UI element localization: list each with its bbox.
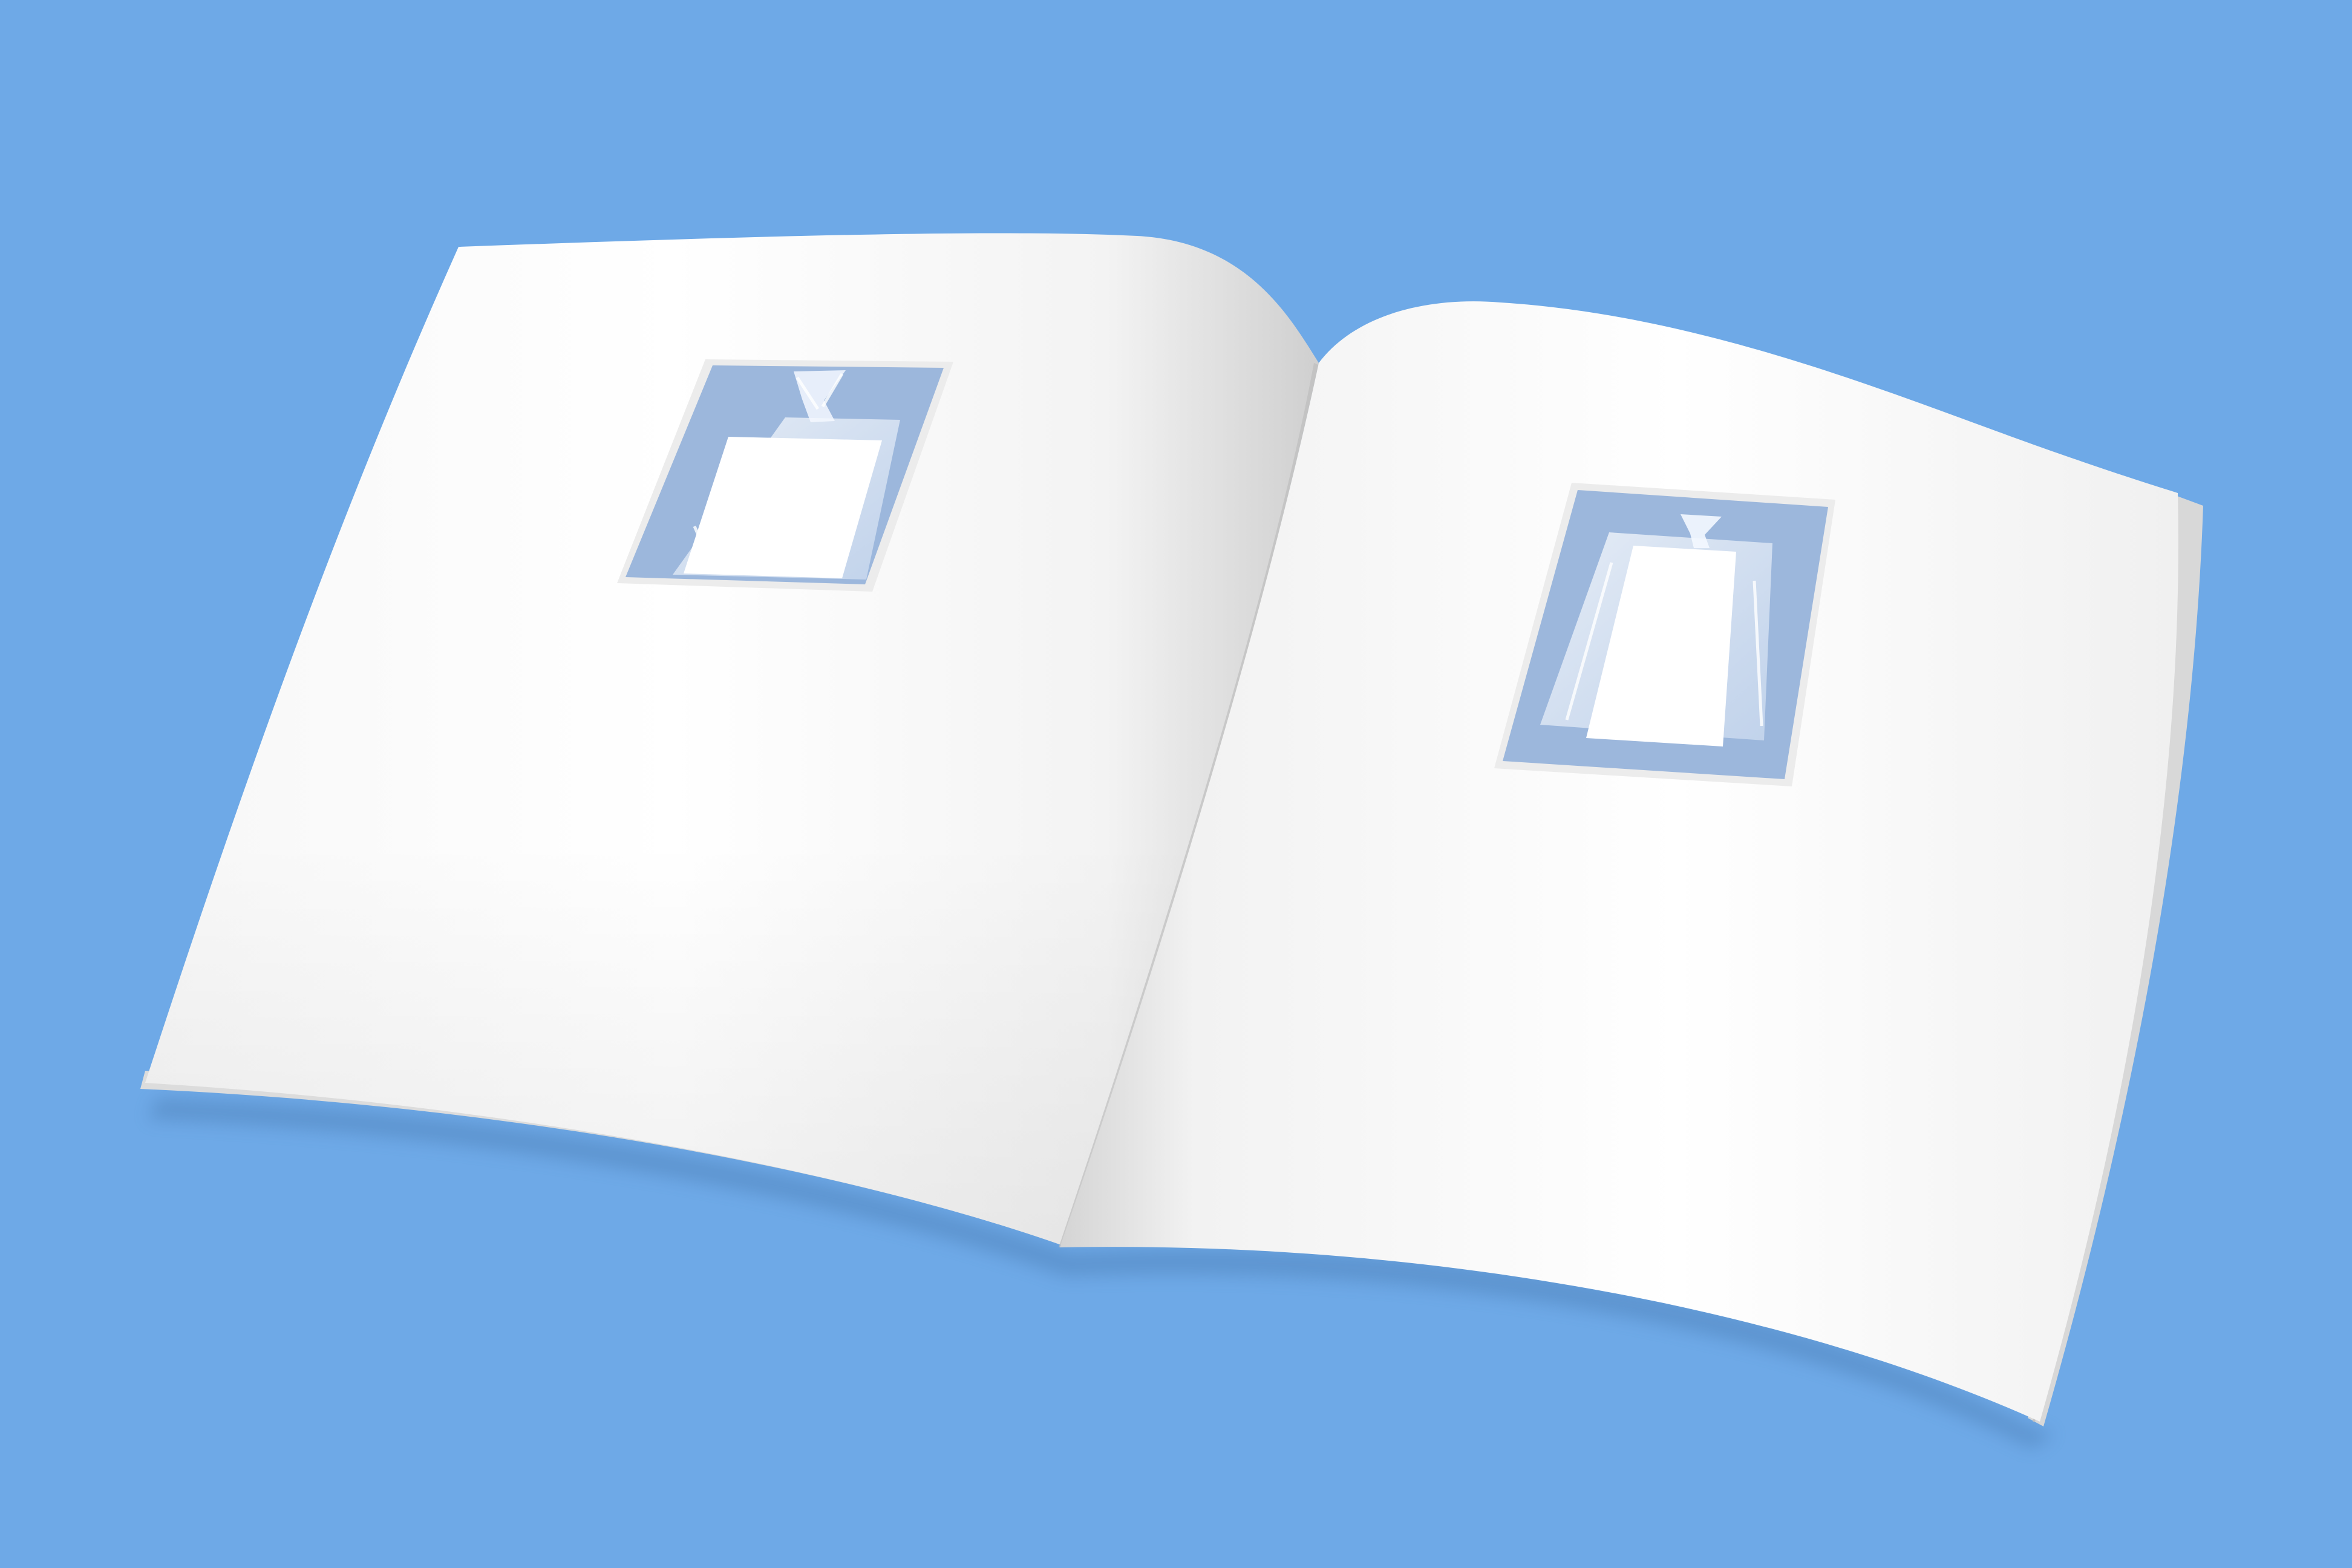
magazine-spread-photo bbox=[0, 0, 2352, 1568]
